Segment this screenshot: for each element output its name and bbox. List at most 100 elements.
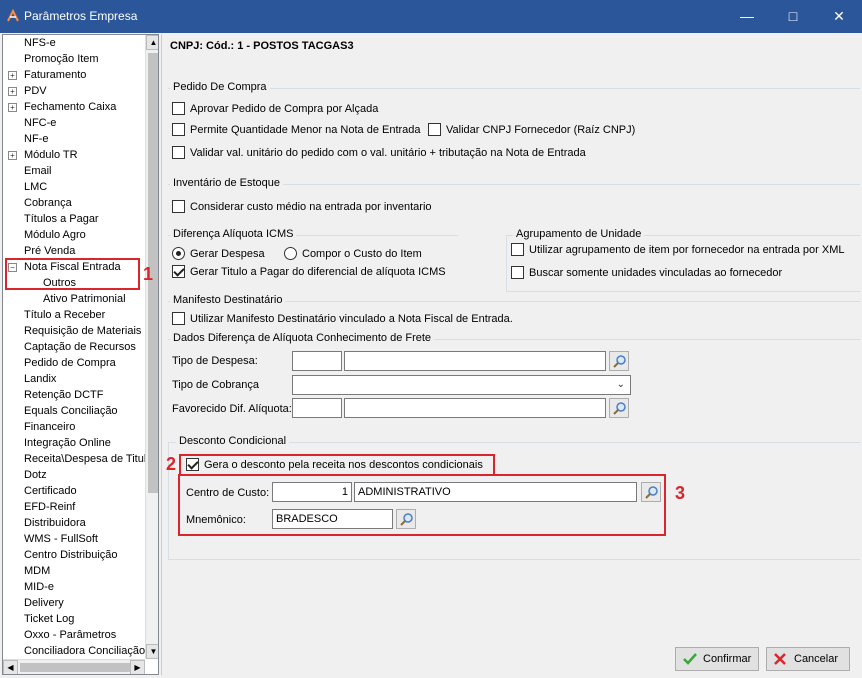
- tree-item-label: WMS - FullSoft: [24, 533, 98, 545]
- agrupamento-title: Agrupamento de Unidade: [513, 228, 645, 240]
- permite-checkbox[interactable]: [172, 123, 185, 136]
- search-icon: [645, 486, 658, 499]
- scroll-right-icon[interactable]: ▶: [130, 660, 145, 674]
- scroll-left-icon[interactable]: ◀: [3, 660, 18, 674]
- tree-item[interactable]: Módulo Agro: [3, 227, 145, 243]
- tree-item[interactable]: Delivery: [3, 595, 145, 611]
- considerar-checkbox[interactable]: [172, 200, 185, 213]
- tree-item[interactable]: Pedido de Compra: [3, 355, 145, 371]
- tree-item[interactable]: NFS-e: [3, 35, 145, 51]
- tree-item[interactable]: Ativo Patrimonial: [3, 291, 145, 307]
- tree-item[interactable]: NF-e: [3, 131, 145, 147]
- mnemonico-lookup-button[interactable]: [396, 509, 416, 529]
- tree-item[interactable]: WMS - FullSoft: [3, 531, 145, 547]
- expand-icon[interactable]: +: [8, 87, 17, 96]
- tipo-despesa-lookup-button[interactable]: [609, 351, 629, 371]
- tree-horizontal-scrollbar[interactable]: ◀ ▶: [3, 659, 145, 674]
- manifesto-label: Utilizar Manifesto Destinatário vinculad…: [190, 313, 513, 325]
- favorecido-lookup-button[interactable]: [609, 398, 629, 418]
- centro-custo-label: Centro de Custo:: [186, 487, 270, 499]
- close-icon[interactable]: ✕: [816, 0, 862, 33]
- validar-val-checkbox[interactable]: [172, 146, 185, 159]
- tree-item-label: NFS-e: [24, 37, 56, 49]
- tree-item[interactable]: EFD-Reinf: [3, 499, 145, 515]
- tree-item[interactable]: Promoção Item: [3, 51, 145, 67]
- tree-item[interactable]: + PDV: [3, 83, 145, 99]
- tree-item[interactable]: Retenção DCTF: [3, 387, 145, 403]
- tree-item-label: Ativo Patrimonial: [43, 293, 126, 305]
- compor-custo-radio[interactable]: [284, 247, 297, 260]
- tree-item[interactable]: NFC-e: [3, 115, 145, 131]
- tree-item[interactable]: + Faturamento: [3, 67, 145, 83]
- tree-item[interactable]: Oxxo - Parâmetros: [3, 627, 145, 643]
- cnpj-header: CNPJ: Cód.: 1 - POSTOS TACGAS3: [170, 40, 354, 52]
- tree-item[interactable]: LMC: [3, 179, 145, 195]
- centro-custo-name-input[interactable]: ADMINISTRATIVO: [354, 482, 637, 502]
- centro-custo-lookup-button[interactable]: [641, 482, 661, 502]
- expand-icon[interactable]: +: [8, 71, 17, 80]
- buscar-unidades-checkbox[interactable]: [511, 266, 524, 279]
- tree-item[interactable]: + Fechamento Caixa: [3, 99, 145, 115]
- tree-item[interactable]: Títulos a Pagar: [3, 211, 145, 227]
- tree-item-label: NF-e: [24, 133, 49, 145]
- window-title: Parâmetros Empresa: [24, 9, 138, 23]
- tipo-despesa-name-input[interactable]: [344, 351, 606, 371]
- mnemonico-input[interactable]: BRADESCO: [272, 509, 393, 529]
- confirmar-button[interactable]: Confirmar: [675, 647, 759, 671]
- tree-item[interactable]: Ticket Log: [3, 611, 145, 627]
- gerar-despesa-radio[interactable]: [172, 247, 185, 260]
- tree-item-label: Títulos a Pagar: [24, 213, 99, 225]
- gerar-titulo-checkbox[interactable]: [172, 265, 185, 278]
- app-icon: [7, 9, 19, 22]
- annotation-number-3: 3: [675, 483, 686, 503]
- tree-item-label: Financeiro: [24, 421, 76, 433]
- tipo-cobranca-select[interactable]: ⌄: [292, 375, 631, 395]
- tree-item[interactable]: + Módulo TR: [3, 147, 145, 163]
- manifesto-checkbox[interactable]: [172, 312, 185, 325]
- tree-item[interactable]: Centro Distribuição: [3, 547, 145, 563]
- tree-item[interactable]: Certificado: [3, 483, 145, 499]
- search-icon: [613, 355, 626, 368]
- maximize-icon[interactable]: □: [770, 0, 816, 33]
- tipo-despesa-code-input[interactable]: [292, 351, 342, 371]
- tree-item[interactable]: Integração Online: [3, 435, 145, 451]
- tree-item[interactable]: Título a Receber: [3, 307, 145, 323]
- tree-item[interactable]: Distribuidora: [3, 515, 145, 531]
- tree-item[interactable]: Captação de Recursos: [3, 339, 145, 355]
- tree-item[interactable]: Dotz: [3, 467, 145, 483]
- minimize-icon[interactable]: —: [724, 0, 770, 33]
- tree-item[interactable]: Equals Conciliação: [3, 403, 145, 419]
- centro-custo-code-input[interactable]: 1: [272, 482, 352, 502]
- utilizar-agrupamento-checkbox[interactable]: [511, 243, 524, 256]
- tree-item[interactable]: Email: [3, 163, 145, 179]
- scroll-down-icon[interactable]: ▼: [146, 644, 158, 659]
- tree-item[interactable]: Requisição de Materiais: [3, 323, 145, 339]
- tree-item[interactable]: MDM: [3, 563, 145, 579]
- frete-title: Dados Diferença de Alíquota Conhecimento…: [170, 332, 435, 344]
- tree-item[interactable]: Receita\Despesa de Titul: [3, 451, 145, 467]
- validar-cnpj-label: Validar CNPJ Fornecedor (Raíz CNPJ): [446, 124, 636, 136]
- favorecido-code-input[interactable]: [292, 398, 342, 418]
- cancelar-label: Cancelar: [794, 653, 839, 665]
- tree-item[interactable]: Conciliadora Conciliação: [3, 643, 145, 659]
- tree-item[interactable]: Financeiro: [3, 419, 145, 435]
- scroll-up-icon[interactable]: ▲: [146, 35, 158, 50]
- tree-item[interactable]: MID-e: [3, 579, 145, 595]
- tree-item[interactable]: Landix: [3, 371, 145, 387]
- tree-item-label: Pedido de Compra: [24, 357, 116, 369]
- expand-icon[interactable]: +: [8, 151, 17, 160]
- tree-item[interactable]: Pré Venda: [3, 243, 145, 259]
- cancelar-button[interactable]: Cancelar: [766, 647, 850, 671]
- parameters-tree[interactable]: NFS-e Promoção Item + Faturamento + PDV + Fecha…: [2, 34, 159, 675]
- favorecido-name-input[interactable]: [344, 398, 606, 418]
- title-bar: Parâmetros Empresa — □ ✕: [0, 0, 862, 33]
- expand-icon[interactable]: +: [8, 103, 17, 112]
- tree-item[interactable]: Cobrança: [3, 195, 145, 211]
- chevron-down-icon: ⌄: [616, 379, 625, 390]
- tree-vertical-scrollbar[interactable]: ▲ ▼: [145, 35, 158, 659]
- gera-desconto-checkbox[interactable]: [186, 458, 199, 471]
- aprovar-checkbox[interactable]: [172, 102, 185, 115]
- validar-cnpj-checkbox[interactable]: [428, 123, 441, 136]
- hscroll-thumb[interactable]: [20, 663, 130, 672]
- annotation-number-1: 1: [143, 264, 154, 284]
